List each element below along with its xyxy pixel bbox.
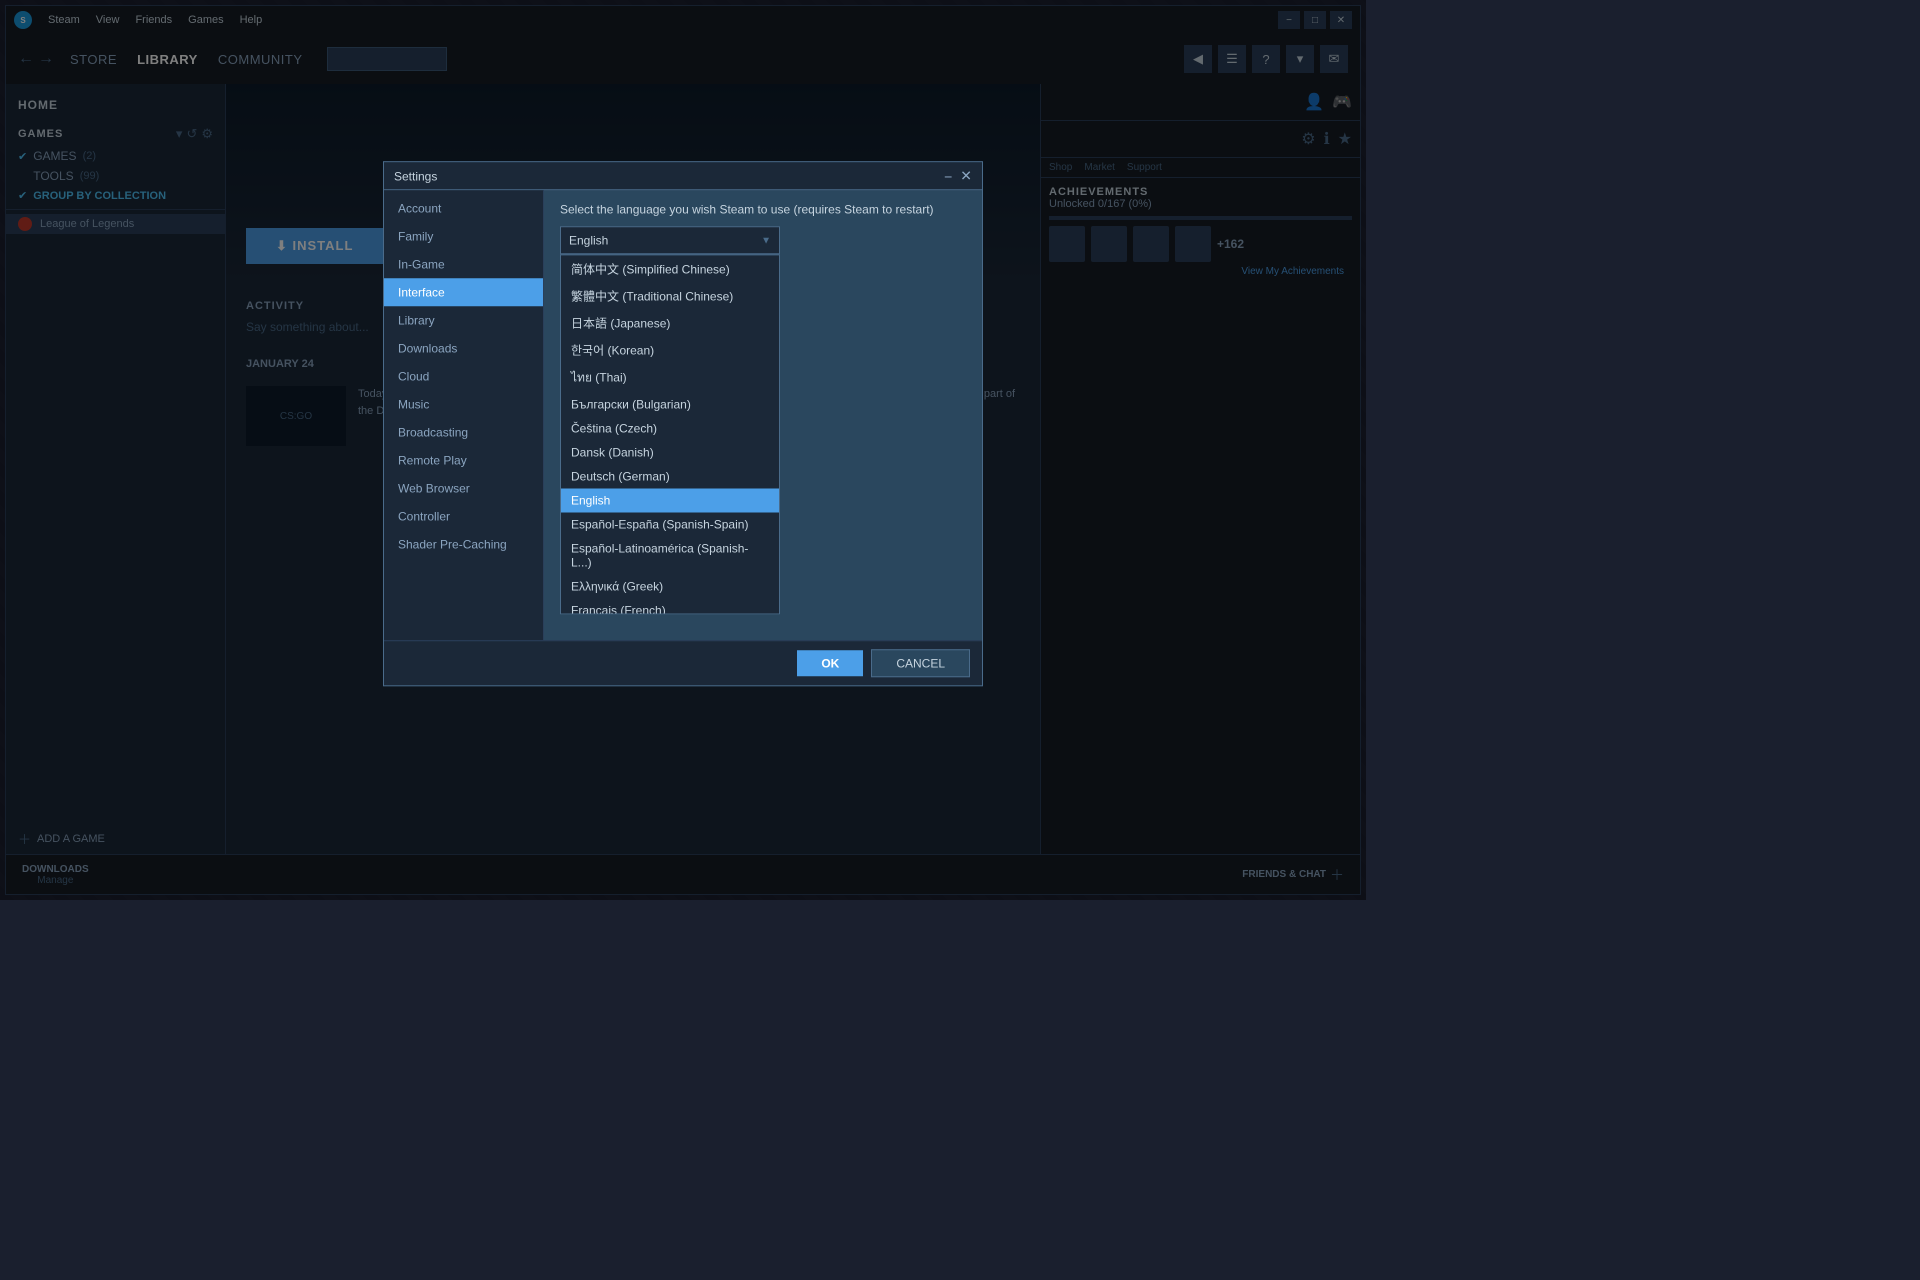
settings-item-library[interactable]: Library xyxy=(384,306,543,334)
selected-language-label: English xyxy=(569,233,608,247)
language-dropdown-button[interactable]: English ▼ xyxy=(560,226,780,254)
lang-option-el[interactable]: Ελληνικά (Greek) xyxy=(561,574,779,598)
settings-item-account[interactable]: Account xyxy=(384,194,543,222)
dialog-close-button[interactable]: ✕ xyxy=(960,167,972,184)
dialog-footer: OK CANCEL xyxy=(384,640,982,685)
settings-item-cloud[interactable]: Cloud xyxy=(384,362,543,390)
dialog-minimize-button[interactable]: − xyxy=(944,168,952,184)
settings-content: Select the language you wish Steam to us… xyxy=(544,190,982,640)
language-list[interactable]: 简体中文 (Simplified Chinese) 繁體中文 (Traditio… xyxy=(560,254,780,614)
settings-item-controller[interactable]: Controller xyxy=(384,502,543,530)
settings-item-shader[interactable]: Shader Pre-Caching xyxy=(384,530,543,558)
settings-item-interface[interactable]: Interface xyxy=(384,278,543,306)
lang-option-es-419[interactable]: Español-Latinoamérica (Spanish-L...) xyxy=(561,536,779,574)
settings-item-webbrowser[interactable]: Web Browser xyxy=(384,474,543,502)
dropdown-arrow-icon: ▼ xyxy=(761,235,771,246)
settings-dialog: Settings − ✕ Account Family In-Game Inte… xyxy=(383,161,983,686)
lang-option-fr[interactable]: Français (French) xyxy=(561,598,779,614)
settings-item-ingame[interactable]: In-Game xyxy=(384,250,543,278)
lang-option-bg[interactable]: Български (Bulgarian) xyxy=(561,392,779,416)
lang-option-de[interactable]: Deutsch (German) xyxy=(561,464,779,488)
settings-item-remoteplay[interactable]: Remote Play xyxy=(384,446,543,474)
settings-item-family[interactable]: Family xyxy=(384,222,543,250)
lang-option-es[interactable]: Español-España (Spanish-Spain) xyxy=(561,512,779,536)
settings-item-downloads[interactable]: Downloads xyxy=(384,334,543,362)
dialog-title: Settings xyxy=(394,169,437,183)
ok-button[interactable]: OK xyxy=(797,650,863,676)
lang-option-zh-cn[interactable]: 简体中文 (Simplified Chinese) xyxy=(561,255,779,282)
cancel-button[interactable]: CANCEL xyxy=(871,649,970,677)
language-prompt: Select the language you wish Steam to us… xyxy=(560,202,966,216)
lang-option-th[interactable]: ไทย (Thai) xyxy=(561,363,779,392)
lang-option-ja[interactable]: 日本語 (Japanese) xyxy=(561,309,779,336)
lang-option-da[interactable]: Dansk (Danish) xyxy=(561,440,779,464)
settings-item-broadcasting[interactable]: Broadcasting xyxy=(384,418,543,446)
language-dropdown-container: English ▼ 简体中文 (Simplified Chinese) 繁體中文… xyxy=(560,226,966,254)
settings-sidebar: Account Family In-Game Interface Library… xyxy=(384,190,544,640)
dialog-titlebar: Settings − ✕ xyxy=(384,162,982,190)
lang-option-zh-tw[interactable]: 繁體中文 (Traditional Chinese) xyxy=(561,282,779,309)
settings-item-music[interactable]: Music xyxy=(384,390,543,418)
lang-option-en[interactable]: English xyxy=(561,488,779,512)
dialog-body: Account Family In-Game Interface Library… xyxy=(384,190,982,640)
lang-option-ko[interactable]: 한국어 (Korean) xyxy=(561,336,779,363)
lang-option-cs[interactable]: Čeština (Czech) xyxy=(561,416,779,440)
